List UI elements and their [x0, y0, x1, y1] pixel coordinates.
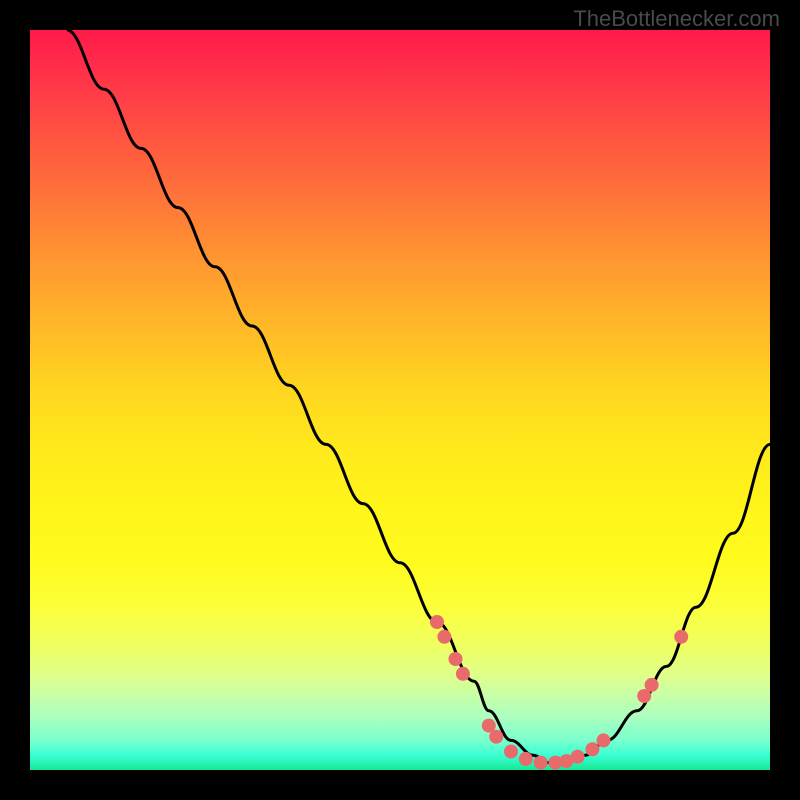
data-marker [456, 667, 470, 681]
attribution-text: TheBottlenecker.com [573, 6, 780, 32]
data-marker [571, 750, 585, 764]
data-marker [674, 630, 688, 644]
data-marker [519, 752, 533, 766]
data-marker [449, 652, 463, 666]
data-marker [585, 742, 599, 756]
bottleneck-curve-svg [30, 30, 770, 770]
marker-group [430, 615, 688, 770]
data-marker [430, 615, 444, 629]
data-marker [489, 730, 503, 744]
data-marker [645, 678, 659, 692]
data-marker [504, 745, 518, 759]
chart-plot-area [30, 30, 770, 770]
curve-path [67, 30, 770, 763]
data-marker [534, 756, 548, 770]
data-marker [437, 630, 451, 644]
data-marker [597, 733, 611, 747]
